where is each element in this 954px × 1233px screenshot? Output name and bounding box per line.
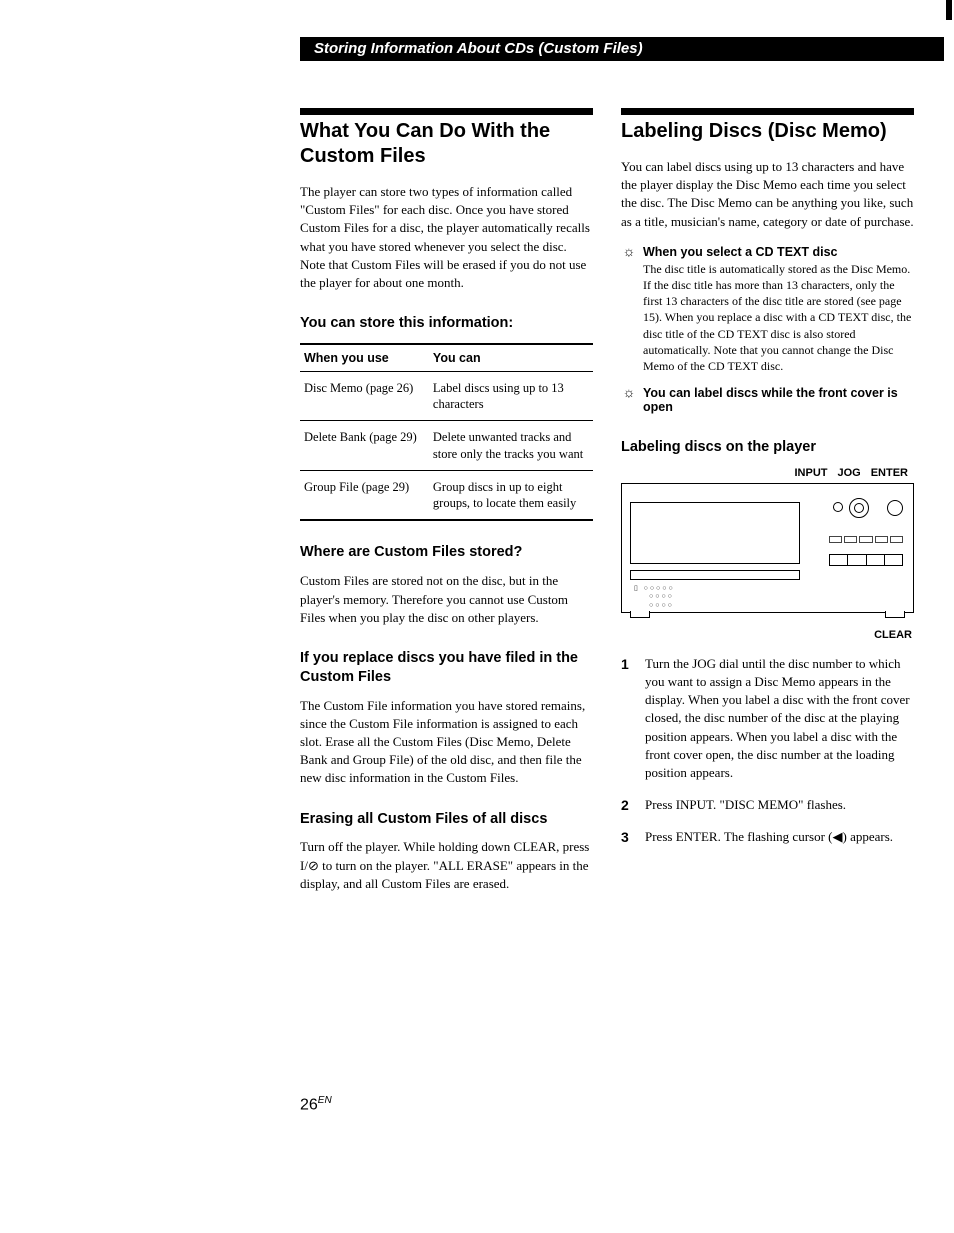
label-jog: JOG [837, 467, 860, 479]
erase-heading: Erasing all Custom Files of all discs [300, 810, 593, 829]
where-heading: Where are Custom Files stored? [300, 543, 593, 562]
step-item: Turn the JOG dial until the disc number … [621, 655, 914, 782]
player-diagram: INPUT JOG ENTER ▯ ○○○○○ ○○○○ ○○○○ CLEAR [621, 467, 914, 641]
erase-para: Turn off the player. While holding down … [300, 838, 593, 893]
tip1-title: When you select a CD TEXT disc [643, 245, 914, 259]
table-row: Delete Bank (page 29) Delete unwanted tr… [300, 421, 593, 471]
right-heading: Labeling Discs (Disc Memo) [621, 119, 914, 144]
device-illustration: ▯ ○○○○○ ○○○○ ○○○○ [621, 483, 914, 613]
label-heading: Labeling discs on the player [621, 438, 914, 457]
right-intro: You can label discs using up to 13 chara… [621, 158, 914, 231]
label-clear: CLEAR [621, 629, 914, 641]
page-content: What You Can Do With the Custom Files Th… [300, 108, 914, 907]
chapter-header: Storing Information About CDs (Custom Fi… [300, 37, 944, 61]
device-screen [630, 502, 800, 564]
th-can: You can [429, 344, 593, 372]
store-heading: You can store this information: [300, 314, 593, 333]
tip2-title: You can label discs while the front cove… [643, 386, 914, 414]
section-rule [621, 108, 914, 115]
enter-button-icon [887, 500, 903, 516]
right-column: Labeling Discs (Disc Memo) You can label… [621, 108, 914, 907]
device-door [630, 570, 800, 580]
step-item: Press INPUT. "DISC MEMO" flashes. [621, 796, 914, 814]
label-input: INPUT [794, 467, 827, 479]
replace-heading: If you replace discs you have filed in t… [300, 649, 593, 687]
corner-mark [946, 0, 952, 20]
table-row: Group File (page 29) Group discs in up t… [300, 470, 593, 520]
info-table: When you use You can Disc Memo (page 26)… [300, 343, 593, 522]
jog-dial-icon [849, 498, 869, 518]
section-rule [300, 108, 593, 115]
label-enter: ENTER [871, 467, 908, 479]
device-control-row [829, 554, 903, 566]
step-item: Press ENTER. The flashing cursor (◀) app… [621, 828, 914, 846]
tip-cdtext: ☼ When you select a CD TEXT disc The dis… [621, 245, 914, 374]
tip-icon: ☼ [621, 386, 637, 416]
replace-para: The Custom File information you have sto… [300, 697, 593, 788]
tip-icon: ☼ [621, 245, 637, 374]
left-heading: What You Can Do With the Custom Files [300, 119, 593, 169]
page-number: 26EN [300, 1095, 332, 1114]
device-small-buttons [829, 536, 903, 544]
tip1-text: The disc title is automatically stored a… [643, 261, 914, 374]
steps-list: Turn the JOG dial until the disc number … [621, 655, 914, 847]
device-buttons: ▯ ○○○○○ ○○○○ ○○○○ [634, 584, 675, 609]
table-row: Disc Memo (page 26) Label discs using up… [300, 371, 593, 421]
tip-cover: ☼ You can label discs while the front co… [621, 386, 914, 416]
input-button-icon [833, 502, 843, 512]
where-para: Custom Files are stored not on the disc,… [300, 572, 593, 627]
left-column: What You Can Do With the Custom Files Th… [300, 108, 593, 907]
th-when: When you use [300, 344, 429, 372]
left-intro: The player can store two types of inform… [300, 183, 593, 292]
